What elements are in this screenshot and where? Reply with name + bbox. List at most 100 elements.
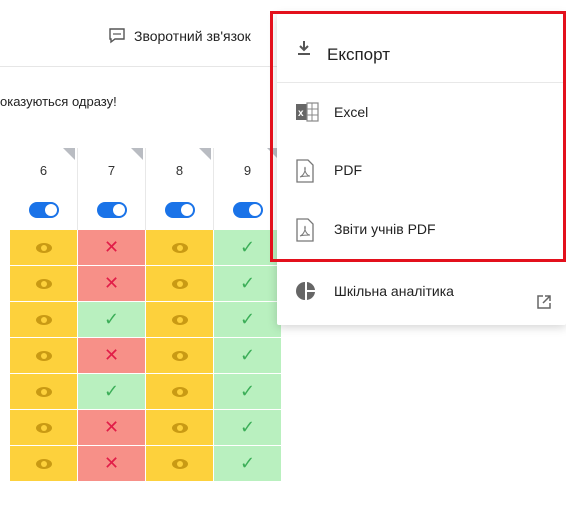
grade-cell-viewed[interactable] <box>10 302 78 337</box>
visibility-toggle[interactable] <box>96 202 127 218</box>
feedback-label: Зворотний зв'язок <box>134 28 251 44</box>
grade-cell-viewed[interactable] <box>146 302 214 337</box>
grade-cell-viewed[interactable] <box>146 338 214 373</box>
grade-cell-viewed[interactable] <box>146 410 214 445</box>
grade-cell-passed[interactable]: ✓ <box>214 446 282 481</box>
cross-icon: ✕ <box>103 345 120 365</box>
cross-icon: ✕ <box>103 453 120 473</box>
grade-cell-failed[interactable]: ✕ <box>78 266 146 301</box>
grid-row: ✓ ✓ <box>10 374 282 410</box>
corner-marker-icon <box>63 148 75 160</box>
menu-item-pdf[interactable]: PDF <box>277 141 566 199</box>
eye-icon <box>35 422 52 433</box>
grid-row: ✕ ✓ <box>10 410 282 446</box>
column-header[interactable]: 9 <box>214 148 282 190</box>
eye-icon <box>35 386 52 397</box>
check-icon: ✓ <box>239 345 256 365</box>
grade-cell-viewed[interactable] <box>10 230 78 265</box>
grid-row: ✕ ✓ <box>10 338 282 374</box>
column-header[interactable]: 7 <box>78 148 146 190</box>
grade-cell-viewed[interactable] <box>10 410 78 445</box>
svg-text:x: x <box>298 108 304 119</box>
column-number: 9 <box>243 163 252 178</box>
eye-icon <box>171 278 188 289</box>
check-icon: ✓ <box>103 309 120 329</box>
grade-cell-passed[interactable]: ✓ <box>214 338 282 373</box>
pdf-icon <box>296 218 314 242</box>
check-icon: ✓ <box>239 453 256 473</box>
check-icon: ✓ <box>239 273 256 293</box>
grade-cell-viewed[interactable] <box>10 338 78 373</box>
excel-icon: x <box>296 102 319 122</box>
eye-icon <box>171 458 188 469</box>
grade-cell-passed[interactable]: ✓ <box>214 266 282 301</box>
eye-icon <box>171 386 188 397</box>
grade-cell-failed[interactable]: ✕ <box>78 230 146 265</box>
grades-grid: 6 7 8 9 ✕ ✓ ✕ ✓ ✓ ✓ ✕ ✓ ✓ ✓ ✕ ✓ ✕ ✓ <box>10 148 282 482</box>
menu-item-label: Шкільна аналітика <box>334 283 454 299</box>
corner-marker-icon <box>131 148 143 160</box>
export-header[interactable]: Експорт <box>277 14 566 83</box>
visibility-toggles <box>10 190 282 230</box>
grade-cell-passed[interactable]: ✓ <box>214 230 282 265</box>
grid-body: ✕ ✓ ✕ ✓ ✓ ✓ ✕ ✓ ✓ ✓ ✕ ✓ ✕ ✓ <box>10 230 282 482</box>
column-number: 8 <box>175 163 184 178</box>
check-icon: ✓ <box>239 417 256 437</box>
export-title: Експорт <box>327 45 390 64</box>
menu-item-label: Excel <box>334 104 369 120</box>
external-link-icon[interactable] <box>536 294 552 310</box>
column-headers: 6 7 8 9 <box>10 148 282 190</box>
grade-cell-failed[interactable]: ✕ <box>78 338 146 373</box>
check-icon: ✓ <box>239 309 256 329</box>
column-header[interactable]: 6 <box>10 148 78 190</box>
menu-item-label: Звіти учнів PDF <box>334 221 436 237</box>
column-number: 6 <box>39 163 48 178</box>
eye-icon <box>171 350 188 361</box>
pdf-icon <box>296 159 314 183</box>
grid-row: ✕ ✓ <box>10 446 282 482</box>
cross-icon: ✕ <box>103 417 120 437</box>
feedback-icon <box>109 28 125 44</box>
corner-marker-icon <box>199 148 211 160</box>
eye-icon <box>35 350 52 361</box>
grade-cell-viewed[interactable] <box>146 374 214 409</box>
eye-icon <box>35 278 52 289</box>
grade-cell-failed[interactable]: ✕ <box>78 446 146 481</box>
grid-row: ✕ ✓ <box>10 266 282 302</box>
notice-text: оказуються одразу! <box>0 94 117 109</box>
feedback-link[interactable]: Зворотний зв'язок <box>108 28 251 44</box>
grade-cell-viewed[interactable] <box>10 446 78 481</box>
grade-cell-passed[interactable]: ✓ <box>78 302 146 337</box>
check-icon: ✓ <box>103 381 120 401</box>
menu-item-student-reports-pdf[interactable]: Звіти учнів PDF <box>277 200 566 258</box>
grade-cell-viewed[interactable] <box>146 230 214 265</box>
grade-cell-viewed[interactable] <box>146 446 214 481</box>
grade-cell-passed[interactable]: ✓ <box>214 410 282 445</box>
menu-item-school-analytics[interactable]: Шкільна аналітика <box>277 262 566 320</box>
download-icon <box>298 41 310 55</box>
grid-row: ✓ ✓ <box>10 302 282 338</box>
column-number: 7 <box>107 163 116 178</box>
check-icon: ✓ <box>239 381 256 401</box>
grade-cell-passed[interactable]: ✓ <box>214 302 282 337</box>
eye-icon <box>35 314 52 325</box>
grade-cell-failed[interactable]: ✕ <box>78 410 146 445</box>
menu-item-label: PDF <box>334 162 362 178</box>
grade-cell-passed[interactable]: ✓ <box>214 374 282 409</box>
visibility-toggle[interactable] <box>164 202 195 218</box>
grid-row: ✕ ✓ <box>10 230 282 266</box>
export-dropdown: Експорт x Excel PDF Звіти учнів PDF Шкіл… <box>277 14 566 325</box>
pie-chart-icon <box>296 282 315 300</box>
grade-cell-viewed[interactable] <box>146 266 214 301</box>
grade-cell-passed[interactable]: ✓ <box>78 374 146 409</box>
eye-icon <box>171 242 188 253</box>
eye-icon <box>35 242 52 253</box>
menu-item-excel[interactable]: x Excel <box>277 83 566 141</box>
grade-cell-viewed[interactable] <box>10 266 78 301</box>
visibility-toggle[interactable] <box>28 202 59 218</box>
check-icon: ✓ <box>239 237 256 257</box>
column-header[interactable]: 8 <box>146 148 214 190</box>
grade-cell-viewed[interactable] <box>10 374 78 409</box>
visibility-toggle[interactable] <box>232 202 263 218</box>
eye-icon <box>171 422 188 433</box>
